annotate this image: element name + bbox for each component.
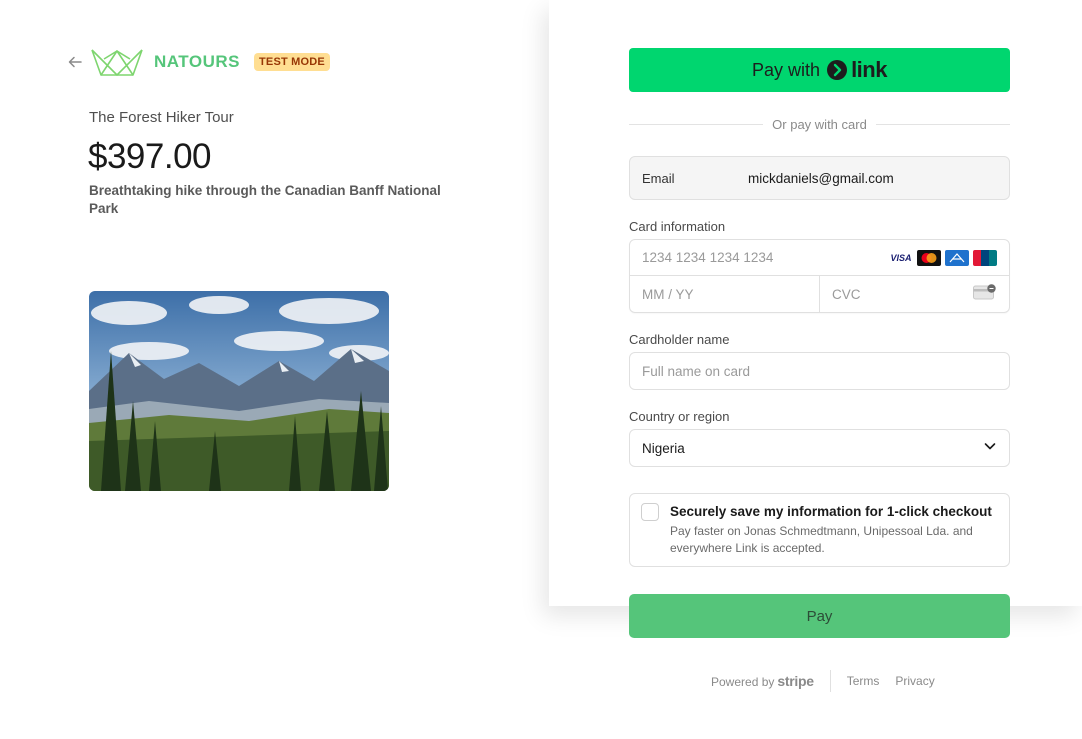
checkout-footer: Powered by stripe Terms Privacy (711, 670, 935, 692)
pay-button[interactable]: Pay (629, 594, 1010, 638)
test-mode-badge: TEST MODE (254, 53, 330, 71)
chevron-down-icon (983, 439, 997, 458)
amex-icon (945, 249, 969, 266)
powered-by-stripe[interactable]: Powered by stripe (711, 673, 814, 689)
cvc-placeholder: CVC (832, 287, 861, 302)
product-name: The Forest Hiker Tour (89, 109, 234, 126)
email-value: mickdaniels@gmail.com (748, 170, 894, 186)
card-information-group: 1234 1234 1234 1234 VISA MM / YY CVC (629, 239, 1010, 313)
cardholder-placeholder: Full name on card (642, 363, 751, 379)
card-cvc-input[interactable]: CVC (819, 276, 1009, 313)
country-label: Country or region (629, 409, 730, 424)
merchant-header: NATOURS TEST MODE (66, 46, 330, 78)
tour-image (89, 291, 389, 491)
powered-by-text: Powered by (711, 675, 775, 689)
brand-name: NATOURS (154, 52, 240, 71)
product-description: Breathtaking hike through the Canadian B… (89, 183, 441, 216)
card-expiry-cvc-row: MM / YY CVC (630, 276, 1009, 313)
save-info-title: Securely save my information for 1-click… (670, 504, 992, 519)
unionpay-icon (973, 249, 997, 266)
link-button-prefix: Pay with (752, 59, 821, 80)
card-information-label: Card information (629, 219, 726, 234)
product-panel: NATOURS TEST MODE The Forest Hiker Tour … (0, 0, 549, 739)
card-number-input[interactable]: 1234 1234 1234 1234 VISA (630, 240, 1009, 276)
cardholder-name-label: Cardholder name (629, 332, 730, 347)
cardholder-name-input[interactable]: Full name on card (629, 352, 1010, 390)
country-value: Nigeria (642, 440, 685, 456)
natours-logo-icon (90, 47, 144, 77)
save-info-checkbox[interactable] (641, 503, 659, 521)
save-info-subtitle: Pay faster on Jonas Schmedtmann, Unipess… (670, 524, 973, 555)
footer-separator (829, 670, 831, 692)
divider-text: Or pay with card (772, 116, 867, 132)
divider-line-left (629, 123, 764, 125)
mastercard-icon (917, 249, 941, 266)
country-select[interactable]: Nigeria (629, 429, 1010, 467)
divider-line-right (875, 123, 1010, 125)
card-expiry-input[interactable]: MM / YY (630, 276, 819, 313)
link-logo-icon (826, 59, 848, 81)
terms-link[interactable]: Terms (847, 674, 880, 688)
visa-icon: VISA (889, 249, 913, 266)
cvc-card-icon (973, 284, 997, 305)
email-field[interactable]: Email mickdaniels@gmail.com (629, 156, 1010, 200)
or-divider: Or pay with card (629, 116, 1010, 132)
privacy-link[interactable]: Privacy (895, 674, 934, 688)
back-arrow-icon[interactable] (66, 53, 84, 71)
pay-with-link-button[interactable]: Pay with link (629, 48, 1010, 92)
product-price: $397.00 (88, 137, 212, 176)
email-label: Email (642, 170, 675, 186)
card-brands: VISA (889, 249, 997, 266)
save-info-option: Securely save my information for 1-click… (629, 493, 1010, 567)
link-button-brand: link (851, 57, 887, 82)
stripe-logo: stripe (777, 673, 814, 689)
card-number-placeholder: 1234 1234 1234 1234 (642, 250, 774, 265)
save-info-text: Securely save my information for 1-click… (670, 503, 1000, 566)
expiry-placeholder: MM / YY (642, 287, 694, 302)
